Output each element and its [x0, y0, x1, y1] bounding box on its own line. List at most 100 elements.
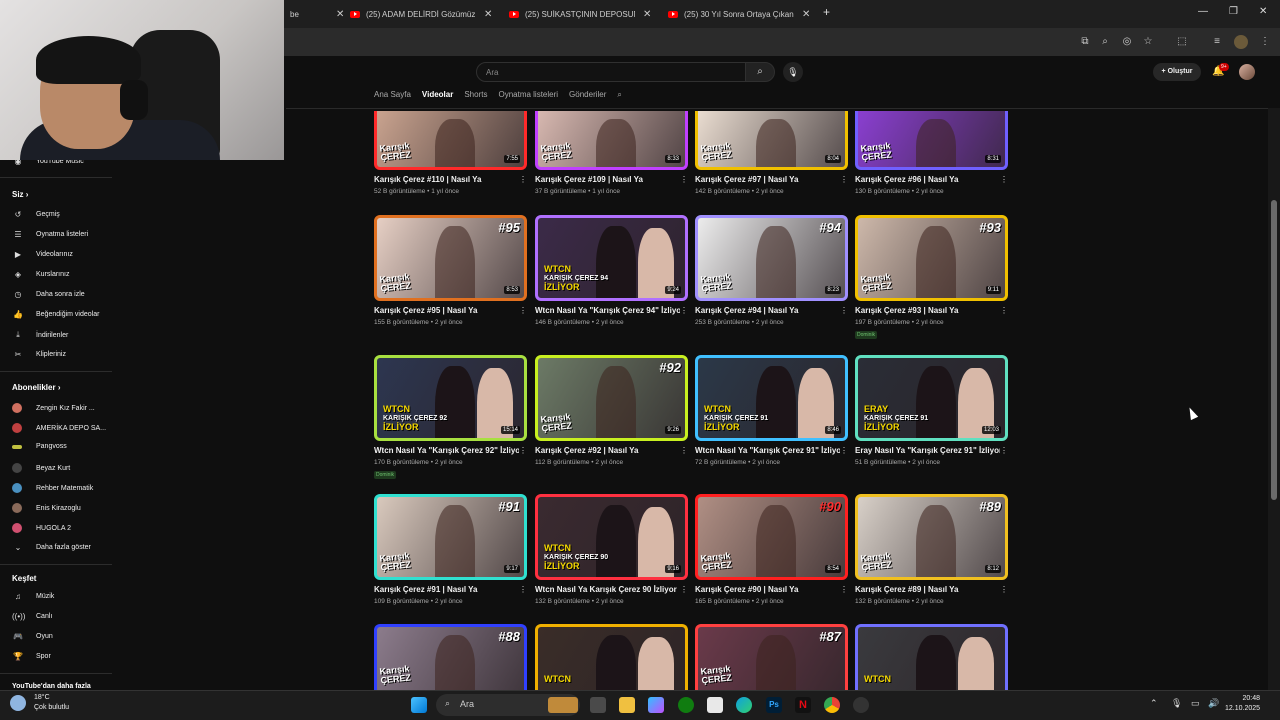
bookmark-star-icon[interactable]: ☆ — [1141, 35, 1155, 49]
search-input[interactable]: Ara — [476, 62, 746, 82]
video-card[interactable]: WTCN KARIŞIK ÇEREZ 92 İZLİYOR 15:14 Wtcn Nas… — [374, 355, 527, 485]
microphone-icon[interactable]: 🎙 — [783, 62, 803, 82]
weather-widget[interactable]: 18°C Çok bulutlu — [10, 693, 69, 713]
video-title[interactable]: Karışık Çerez #94 | Nasıl Ya — [695, 306, 840, 315]
close-icon[interactable]: ✕ — [643, 9, 651, 20]
sidebar-item-liked[interactable]: 👍 Beğendiğim videolar — [12, 310, 99, 319]
video-thumbnail[interactable]: Karışık ÇEREZ 8:04 — [695, 111, 848, 170]
search-icon[interactable]: ⌕ — [617, 90, 621, 106]
microphone-icon[interactable]: 🎙 — [1171, 698, 1182, 709]
sidebar-item-subscription[interactable]: AMERİKA DEPO SA... — [12, 423, 106, 433]
video-title[interactable]: Karışık Çerez #92 | Nasıl Ya — [535, 446, 680, 455]
more-options-icon[interactable]: ⋮ — [840, 175, 848, 184]
video-card[interactable]: Karışık ÇEREZ #95 8:53 Karışık Çerez #95 | N… — [374, 215, 527, 345]
sidebar-item-music[interactable]: ♫ Müzik — [12, 592, 54, 601]
video-card[interactable]: WTCN KARIŞIK ÇEREZ 94 İZLİYOR 9:24 Wtcn Nası… — [535, 215, 688, 345]
widget-icon[interactable] — [548, 697, 578, 713]
extensions-icon[interactable]: ⬚ — [1175, 35, 1189, 49]
video-card[interactable]: WTCN KARIŞIK ÇEREZ 90 İZLİYOR 9:16 Wtcn Nası… — [535, 494, 688, 624]
task-view-icon[interactable] — [590, 697, 606, 713]
network-icon[interactable]: ▭ — [1191, 698, 1200, 709]
more-options-icon[interactable]: ⋮ — [519, 446, 527, 455]
sidebar-item-subscription[interactable]: Enis Kirazoglu — [12, 503, 81, 513]
video-thumbnail[interactable]: Karışık ÇEREZ #94 8:23 — [695, 215, 848, 301]
eye-off-icon[interactable]: ◎ — [1120, 35, 1134, 49]
video-title[interactable]: Wtcn Nasıl Ya "Karışık Çerez 91" İzliyor — [695, 446, 840, 455]
sidebar-item-subscription[interactable]: Beyaz Kurt — [12, 463, 70, 473]
chrome-icon[interactable] — [824, 697, 840, 713]
video-thumbnail[interactable]: Karışık ÇEREZ #91 9:17 — [374, 494, 527, 580]
video-card[interactable]: Karışık ÇEREZ #94 8:23 Karışık Çerez #94 | N… — [695, 215, 848, 345]
video-thumbnail[interactable]: Karışık ÇEREZ #89 8:12 — [855, 494, 1008, 580]
video-title[interactable]: Karışık Çerez #90 | Nasıl Ya — [695, 585, 840, 594]
video-thumbnail[interactable]: WTCN KARIŞIK ÇEREZ 94 İZLİYOR 9:24 — [535, 215, 688, 301]
tab-videos[interactable]: Videolar — [422, 90, 453, 106]
edge-icon[interactable] — [736, 697, 752, 713]
video-thumbnail[interactable]: WTCN — [535, 624, 688, 690]
video-card[interactable]: Karışık ÇEREZ #92 9:26 Karışık Çerez #92 | N… — [535, 355, 688, 485]
photoshop-icon[interactable]: Ps — [766, 697, 782, 713]
sidebar-item-gaming[interactable]: 🎮 Oyun — [12, 632, 53, 641]
more-options-icon[interactable]: ⋮ — [680, 446, 688, 455]
more-options-icon[interactable]: ⋮ — [519, 175, 527, 184]
sidebar-item-courses[interactable]: ◈ Kurslarınız — [12, 270, 70, 279]
sidebar-item-history[interactable]: ↺ Geçmiş — [12, 210, 60, 219]
windows-start-icon[interactable] — [411, 697, 427, 713]
video-title[interactable]: Karışık Çerez #109 | Nasıl Ya — [535, 175, 680, 184]
video-card[interactable]: Karışık ÇEREZ #88 — [374, 624, 527, 690]
video-thumbnail[interactable]: WTCN KARIŞIK ÇEREZ 92 İZLİYOR 15:14 — [374, 355, 527, 441]
video-card[interactable]: Karışık ÇEREZ #91 9:17 Karışık Çerez #91 | N… — [374, 494, 527, 624]
video-title[interactable]: Karışık Çerez #96 | Nasıl Ya — [855, 175, 1000, 184]
more-options-icon[interactable]: ⋮ — [1000, 446, 1008, 455]
cast-icon[interactable]: ⧉ — [1078, 35, 1092, 49]
video-card[interactable]: Karışık ÇEREZ #89 8:12 Karışık Çerez #89 | N… — [855, 494, 1008, 624]
more-options-icon[interactable]: ⋮ — [1000, 306, 1008, 315]
video-title[interactable]: Wtcn Nasıl Ya "Karışık Çerez 94" İzliyor — [535, 306, 680, 315]
video-title[interactable]: Karışık Çerez #91 | Nasıl Ya — [374, 585, 519, 594]
more-options-icon[interactable]: ⋮ — [680, 175, 688, 184]
sidebar-item-subscription[interactable]: Zengin Kız Fakir ... — [12, 403, 95, 413]
video-thumbnail[interactable]: WTCN — [855, 624, 1008, 690]
video-thumbnail[interactable]: Karışık ÇEREZ 7:55 — [374, 111, 527, 170]
sidebar-item-live[interactable]: ((•)) Canlı — [12, 612, 52, 621]
sidebar-item-watch-later[interactable]: ◷ Daha sonra izle — [12, 290, 85, 299]
video-thumbnail[interactable]: ERAY KARIŞIK ÇEREZ 91 İZLİYOR 12:03 — [855, 355, 1008, 441]
video-thumbnail[interactable]: Karışık ÇEREZ #88 — [374, 624, 527, 690]
video-title[interactable]: Wtcn Nasıl Ya "Karışık Çerez 92" İzliyor — [374, 446, 519, 455]
sidebar-item-downloads[interactable]: ⤓ İndirilenler — [12, 330, 68, 340]
sidebar-item-playlists[interactable]: ☰ Oynatma listeleri — [12, 230, 88, 239]
video-thumbnail[interactable]: Karışık ÇEREZ #93 9:11 — [855, 215, 1008, 301]
more-options-icon[interactable]: ⋮ — [680, 585, 688, 594]
create-button[interactable]: + Oluştur — [1153, 63, 1201, 81]
scrollbar-thumb[interactable] — [1271, 200, 1277, 500]
xbox-icon[interactable] — [678, 697, 694, 713]
video-thumbnail[interactable]: Karışık ÇEREZ #90 8:54 — [695, 494, 848, 580]
sidebar-item-clips[interactable]: ✂ Klipleriniz — [12, 350, 66, 359]
video-title[interactable]: Karışık Çerez #97 | Nasıl Ya — [695, 175, 840, 184]
more-options-icon[interactable]: ⋮ — [840, 306, 848, 315]
video-card[interactable]: Karışık ÇEREZ #93 9:11 Karışık Çerez #93 | N… — [855, 215, 1008, 345]
chevron-up-icon[interactable]: ⌃ — [1150, 698, 1158, 709]
app-icon[interactable] — [853, 697, 869, 713]
video-card[interactable]: ERAY KARIŞIK ÇEREZ 91 İZLİYOR 12:03 Eray Nas… — [855, 355, 1008, 485]
tab-shorts[interactable]: Shorts — [464, 90, 487, 106]
more-options-icon[interactable]: ⋮ — [1000, 585, 1008, 594]
sidebar-item-subscription[interactable]: HUGOLA 2 — [12, 523, 71, 533]
video-thumbnail[interactable]: WTCN KARIŞIK ÇEREZ 90 İZLİYOR 9:16 — [535, 494, 688, 580]
more-options-icon[interactable]: ⋮ — [840, 446, 848, 455]
more-options-icon[interactable]: ⋮ — [680, 306, 688, 315]
video-card[interactable]: WTCN — [535, 624, 688, 690]
close-icon[interactable]: ✕ — [484, 9, 492, 20]
search-icon[interactable]: ⌕ — [745, 62, 775, 82]
file-explorer-icon[interactable] — [619, 697, 635, 713]
menu-icon[interactable]: ⋮ — [1258, 35, 1272, 49]
zoom-icon[interactable]: ⌕ — [1098, 35, 1112, 49]
video-thumbnail[interactable]: Karışık ÇEREZ 8:33 — [535, 111, 688, 170]
taskbar-clock[interactable]: 20:48 12.10.2025 — [1225, 694, 1260, 714]
video-title[interactable]: Karışık Çerez #93 | Nasıl Ya — [855, 306, 1000, 315]
close-window-button[interactable]: ✕ — [1259, 6, 1267, 17]
more-options-icon[interactable]: ⋮ — [519, 585, 527, 594]
profile-icon[interactable] — [1234, 35, 1248, 49]
sidebar-item-subscription[interactable]: Pangvoss — [12, 443, 67, 450]
video-title[interactable]: Eray Nasıl Ya "Karışık Çerez 91" İzliyor — [855, 446, 1000, 455]
